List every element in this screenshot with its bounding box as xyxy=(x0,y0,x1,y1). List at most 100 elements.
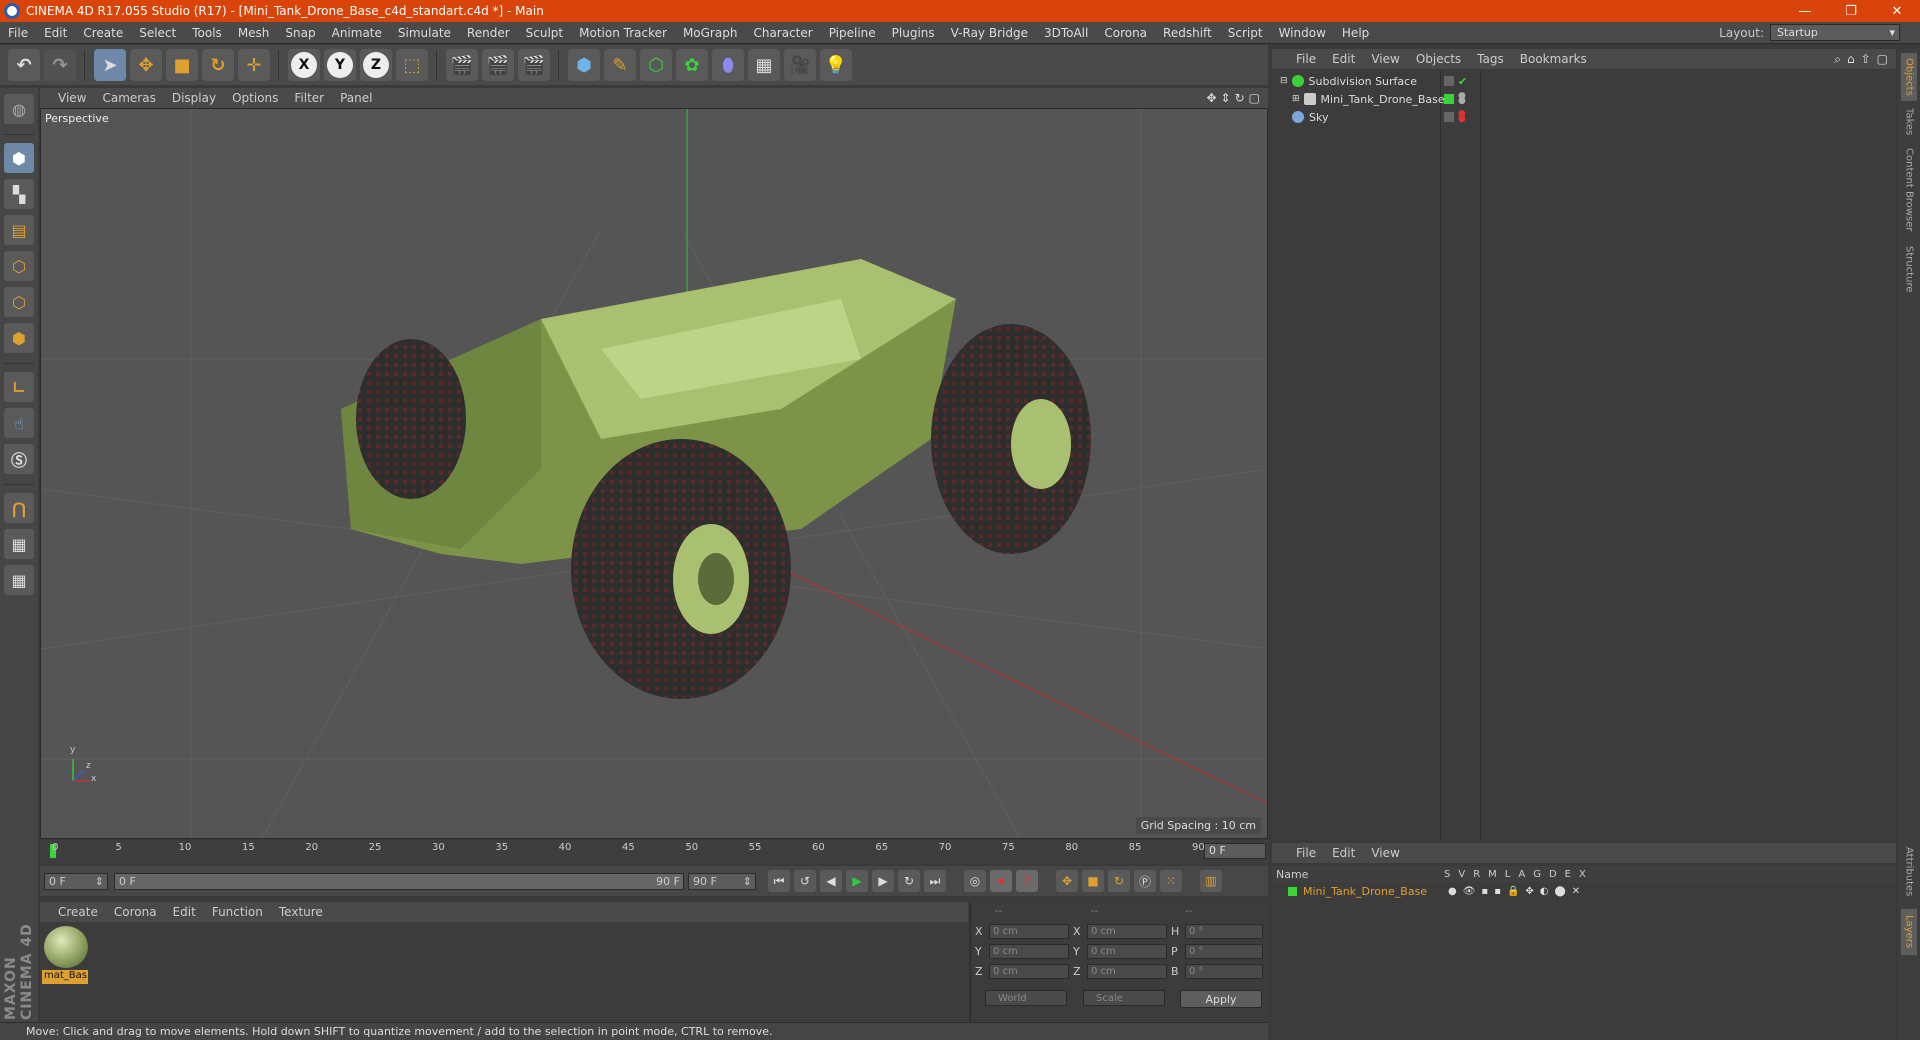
menu-file[interactable]: File xyxy=(0,26,36,40)
rotation-h-field[interactable]: 0 ° xyxy=(1185,924,1263,939)
solo-icon[interactable]: Ⓢ xyxy=(4,444,34,474)
layer-menu-view[interactable]: View xyxy=(1363,846,1407,860)
object-menu-bookmarks[interactable]: Bookmarks xyxy=(1512,52,1595,66)
model-mode-icon[interactable]: ⬢ xyxy=(4,143,34,173)
search-icon[interactable]: ⌕ xyxy=(1834,52,1841,67)
camera-icon[interactable]: 🎥 xyxy=(784,49,816,81)
deformer-icon[interactable]: ⬮ xyxy=(712,49,744,81)
size-x-field[interactable]: 0 cm xyxy=(1087,924,1167,939)
object-menu-edit[interactable]: Edit xyxy=(1324,52,1363,66)
dolly-icon[interactable]: ⇕ xyxy=(1221,91,1231,105)
key-position-icon[interactable]: ✥ xyxy=(1056,870,1078,892)
tab-layers[interactable]: Layers xyxy=(1901,909,1917,955)
tab-objects[interactable]: Objects xyxy=(1901,53,1917,101)
timeline-window-icon[interactable]: ▥ xyxy=(1200,870,1222,892)
rotate-icon[interactable]: ↻ xyxy=(202,49,234,81)
material-menu-function[interactable]: Function xyxy=(204,905,271,919)
next-frame-icon[interactable]: ▶ xyxy=(872,870,894,892)
menu-render[interactable]: Render xyxy=(459,26,518,40)
undo-icon[interactable]: ↶ xyxy=(8,49,40,81)
tweak-mode-icon[interactable]: ☝ xyxy=(4,408,34,438)
layer-menu-edit[interactable]: Edit xyxy=(1324,846,1363,860)
menu-pipeline[interactable]: Pipeline xyxy=(821,26,884,40)
z-axis-button[interactable]: Z xyxy=(360,49,392,81)
keyframe-selection-icon[interactable]: ? xyxy=(1016,870,1038,892)
object-row-subdivision-surface[interactable]: ⊟ Subdivision Surface ✔ xyxy=(1272,72,1896,90)
menu-sculpt[interactable]: Sculpt xyxy=(518,26,571,40)
key-rotation-icon[interactable]: ↻ xyxy=(1108,870,1130,892)
layer-color-swatch[interactable] xyxy=(1288,886,1297,896)
subdivision-icon[interactable]: ⬡ xyxy=(640,49,672,81)
texture-mode-icon[interactable]: ▚ xyxy=(4,179,34,209)
material-menu-create[interactable]: Create xyxy=(50,905,106,919)
menu-motion-tracker[interactable]: Motion Tracker xyxy=(571,26,675,40)
key-parameter-icon[interactable]: Ⓟ xyxy=(1134,870,1156,892)
layer-name[interactable]: Mini_Tank_Drone_Base xyxy=(1303,885,1427,898)
menu-vray-bridge[interactable]: V-Ray Bridge xyxy=(943,26,1036,40)
pan-icon[interactable]: ✥ xyxy=(1206,91,1216,105)
expand-icon[interactable]: ⊞ xyxy=(1292,94,1300,104)
object-row-sky[interactable]: Sky ● ● xyxy=(1272,108,1896,126)
y-axis-button[interactable]: Y xyxy=(324,49,356,81)
edges-mode-icon[interactable]: ⬡ xyxy=(4,287,34,317)
axis-mode-icon[interactable]: ∟ xyxy=(4,372,34,402)
edit-render-settings-icon[interactable]: 🎬 xyxy=(518,49,550,81)
tab-takes[interactable]: Takes xyxy=(1901,105,1917,139)
size-mode-dropdown[interactable]: Scale xyxy=(1083,990,1165,1006)
rotation-b-field[interactable]: 0 ° xyxy=(1185,964,1263,979)
menu-snap[interactable]: Snap xyxy=(277,26,323,40)
viewport-menu-panel[interactable]: Panel xyxy=(332,91,380,105)
x-axis-button[interactable]: X xyxy=(288,49,320,81)
tab-attributes[interactable]: Attributes xyxy=(1901,841,1917,903)
menu-simulate[interactable]: Simulate xyxy=(390,26,459,40)
menu-animate[interactable]: Animate xyxy=(324,26,390,40)
material-thumbnail[interactable] xyxy=(44,926,88,968)
menu-mesh[interactable]: Mesh xyxy=(230,26,278,40)
redo-icon[interactable]: ↷ xyxy=(44,49,76,81)
layer-row[interactable]: Mini_Tank_Drone_Base ●👁▪▪🔒✥◐⬤✕ xyxy=(1272,882,1896,900)
snap-icon[interactable]: ⋂ xyxy=(4,493,34,523)
menu-plugins[interactable]: Plugins xyxy=(884,26,943,40)
coordinate-system-icon[interactable]: ⬚ xyxy=(396,49,428,81)
record-active-objects-icon[interactable]: ◎ xyxy=(964,870,986,892)
size-z-field[interactable]: 0 cm xyxy=(1087,964,1167,979)
object-menu-file[interactable]: File xyxy=(1288,52,1324,66)
current-frame-field[interactable]: 0 F xyxy=(1204,843,1266,859)
orbit-icon[interactable]: ↻ xyxy=(1235,91,1245,105)
close-button[interactable]: ✕ xyxy=(1874,0,1920,22)
cube-icon[interactable]: ⬢ xyxy=(568,49,600,81)
menu-tools[interactable]: Tools xyxy=(184,26,230,40)
menu-edit[interactable]: Edit xyxy=(36,26,75,40)
autokeying-icon[interactable]: ⏺ xyxy=(990,870,1012,892)
go-to-end-icon[interactable]: ⏭ xyxy=(924,870,946,892)
visibility-dots-icon[interactable]: ● ● xyxy=(1458,110,1466,124)
object-menu-tags[interactable]: Tags xyxy=(1469,52,1512,66)
menu-create[interactable]: Create xyxy=(75,26,131,40)
visibility-dots-icon[interactable]: ● ● xyxy=(1458,92,1466,106)
perspective-viewport[interactable]: Perspective y z x Grid Spacing : 10 cm xyxy=(40,108,1268,839)
next-key-icon[interactable]: ↻ xyxy=(898,870,920,892)
editor-visibility-icon[interactable] xyxy=(1444,112,1454,122)
light-icon[interactable]: 💡 xyxy=(820,49,852,81)
scale-icon[interactable]: ■ xyxy=(166,49,198,81)
viewport-menu-filter[interactable]: Filter xyxy=(286,91,332,105)
key-scale-icon[interactable]: ■ xyxy=(1082,870,1104,892)
viewport-menu-display[interactable]: Display xyxy=(164,91,224,105)
material-menu-texture[interactable]: Texture xyxy=(271,905,331,919)
planar-workplane-icon[interactable]: ▦ xyxy=(4,565,34,595)
floor-icon[interactable]: ▦ xyxy=(748,49,780,81)
polygons-mode-icon[interactable]: ⬢ xyxy=(4,323,34,353)
layer-toggle-icons[interactable]: ●👁▪▪🔒✥◐⬤✕ xyxy=(1448,886,1586,897)
move-icon[interactable]: ✥ xyxy=(130,49,162,81)
position-y-field[interactable]: 0 cm xyxy=(989,944,1069,959)
maximize-button[interactable]: ❐ xyxy=(1828,0,1874,22)
pen-icon[interactable]: ✎ xyxy=(604,49,636,81)
transform-icon[interactable]: ✛ xyxy=(238,49,270,81)
enabled-check-icon[interactable]: ✔ xyxy=(1458,75,1467,88)
object-menu-view[interactable]: View xyxy=(1363,52,1407,66)
new-window-icon[interactable]: ▢ xyxy=(1877,52,1888,67)
go-to-start-icon[interactable]: ⏮ xyxy=(768,870,790,892)
points-mode-icon[interactable]: ⬡ xyxy=(4,251,34,281)
material-menu-edit[interactable]: Edit xyxy=(165,905,204,919)
previous-frame-icon[interactable]: ◀ xyxy=(820,870,842,892)
